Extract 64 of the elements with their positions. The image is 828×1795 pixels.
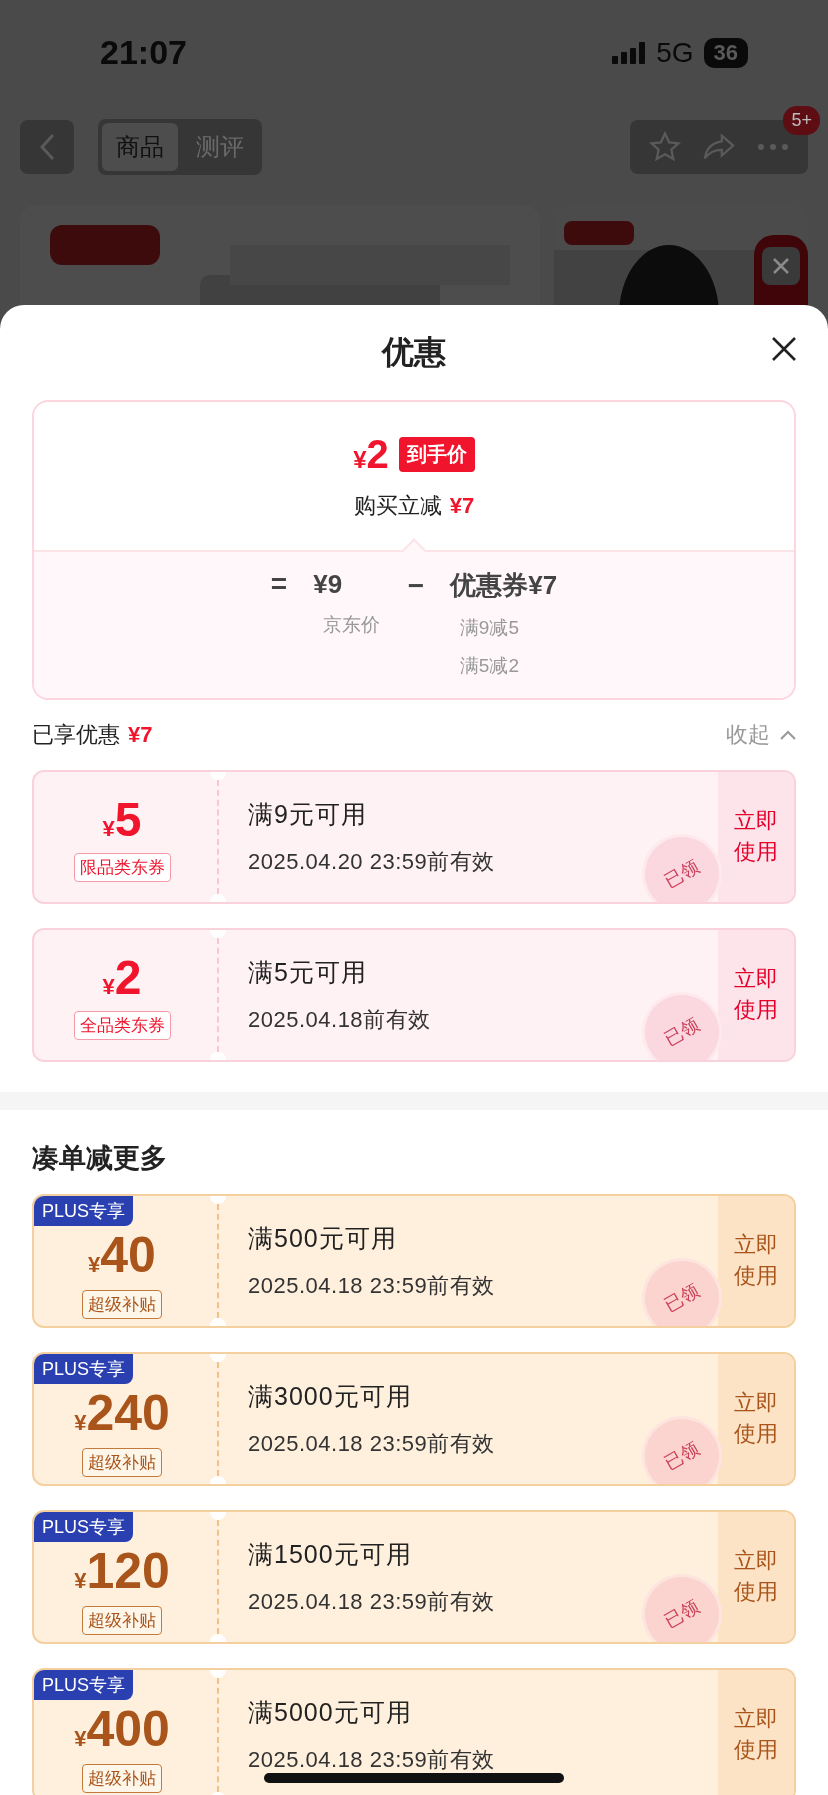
enjoyed-label: 已享优惠 [32,721,120,749]
equals-sign: = [270,568,288,600]
enjoyed-amount: ¥7 [128,722,153,748]
coupon-tag: 超级补贴 [82,1605,162,1635]
use-now-button[interactable]: 立即使用 [718,1354,794,1484]
star-icon[interactable] [648,130,682,164]
reduction-amount: ¥7 [449,492,475,519]
coupon-amount: ¥400 [74,1699,170,1758]
coupon-condition: 满500元可用 [248,1222,397,1254]
back-button[interactable] [20,120,74,174]
discount-rule: 满5减2 [459,654,520,678]
coupon-expiry: 2025.04.18 23:59前有效 [248,1587,495,1616]
coupon-expiry: 2025.04.20 23:59前有效 [248,847,495,876]
collapse-toggle[interactable]: 收起 [726,720,796,750]
plus-badge: PLUS专享 [34,1354,134,1384]
tab[interactable]: 商品 [102,123,178,171]
use-now-button[interactable]: 立即使用 [718,930,794,1060]
signal-icon [612,41,647,64]
coupon-expiry: 2025.04.18 23:59前有效 [248,1429,495,1458]
status-time: 21:07 [100,33,187,72]
minus-sign: − [407,569,425,602]
final-price: ¥2 [353,431,389,477]
base-price-label: 京东价 [321,613,380,637]
coupon-condition: 满3000元可用 [248,1380,412,1412]
coupon-expiry: 2025.04.18前有效 [248,1005,431,1034]
coupon-amount: ¥120 [74,1541,170,1600]
coupon-amount: ¥5 [102,792,142,847]
coupon-tag: 超级补贴 [82,1447,162,1477]
base-price: ¥9 [313,568,343,600]
section-title: 凑单减更多 [31,1142,168,1175]
coupon-amount: ¥2 [102,950,142,1005]
coupon-condition: 满5000元可用 [248,1696,412,1728]
use-now-button[interactable]: 立即使用 [718,1670,794,1795]
use-now-button[interactable]: 立即使用 [718,1196,794,1326]
coupon-tag: 限品类东券 [73,853,171,882]
coupon-tag: 超级补贴 [82,1289,162,1319]
coupon-tag: 超级补贴 [82,1763,162,1793]
coupon-amount: ¥40 [88,1225,156,1284]
close-icon [770,335,798,363]
coupon-condition: 满1500元可用 [248,1538,412,1570]
use-now-button[interactable]: 立即使用 [718,772,794,902]
close-button[interactable] [770,335,798,363]
sheet-title: 优惠 [382,332,446,372]
coupon-condition: 满5元可用 [248,956,367,988]
back-icon [39,133,55,161]
close-icon [772,257,790,275]
reduction-label: 购买立减 [353,491,442,520]
coupon-amount: ¥240 [74,1383,170,1442]
coupon-condition: 满9元可用 [248,798,367,830]
coupon-expiry: 2025.04.18 23:59前有效 [248,1271,495,1300]
more-icon[interactable] [756,142,790,152]
final-price-label: 到手价 [398,436,475,472]
discount-rule: 满9减5 [459,616,520,640]
plus-badge: PLUS专享 [34,1670,134,1700]
use-now-button[interactable]: 立即使用 [718,1512,794,1642]
plus-badge: PLUS专享 [34,1512,134,1542]
battery-level: 36 [703,37,748,68]
notification-badge: 5+ [783,106,820,135]
coupon-discount: 优惠券¥7 [450,569,558,602]
plus-badge: PLUS专享 [34,1196,134,1226]
chevron-icon [780,730,796,740]
coupon-expiry: 2025.04.18 23:59前有效 [248,1745,495,1774]
network-label: 5G [656,36,694,69]
coupon-tag: 全品类东券 [73,1011,171,1040]
